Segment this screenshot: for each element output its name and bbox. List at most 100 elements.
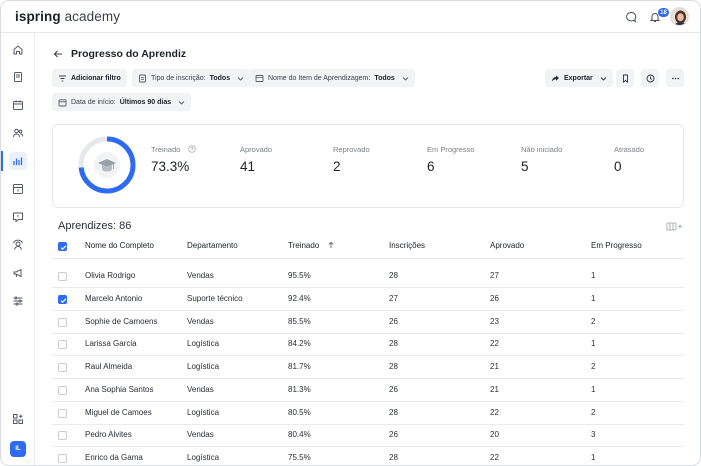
cell-approved: 22 xyxy=(490,407,499,417)
cell-enrollments: 28 xyxy=(389,453,398,462)
add-filter-button[interactable]: Adicionar filtro xyxy=(52,69,127,87)
column-settings-icon[interactable] xyxy=(666,221,684,233)
column-header-in-progress[interactable]: Em Progresso xyxy=(591,241,642,250)
cell-enrollments: 28 xyxy=(389,362,398,371)
row-divider xyxy=(52,400,684,402)
users-icon[interactable] xyxy=(9,124,27,142)
export-button[interactable]: Exportar xyxy=(545,69,613,87)
add-filter-label: Adicionar filtro xyxy=(71,74,121,82)
cell-in-progress: 1 xyxy=(591,293,596,303)
row-checkbox[interactable] xyxy=(58,385,67,395)
row-checkbox[interactable] xyxy=(58,454,67,463)
catalog-icon[interactable] xyxy=(9,180,27,198)
app-logo[interactable]: ispring academy xyxy=(15,9,120,24)
stat-value-in-progress: 6 xyxy=(427,159,435,174)
cell-approved: 27 xyxy=(490,271,499,280)
chevron-down-icon xyxy=(237,76,244,81)
user-account-chip[interactable]: IL xyxy=(10,441,26,457)
cell-approved: 21 xyxy=(490,362,499,371)
cell-name[interactable]: Sophie de Camoens xyxy=(85,317,158,326)
learning-item-filter[interactable]: Nome do Item de Aprendizagem: Todos xyxy=(249,69,415,87)
column-header-approved[interactable]: Aprovado xyxy=(490,241,524,250)
back-arrow-icon[interactable] xyxy=(52,48,64,60)
home-icon[interactable] xyxy=(9,41,27,59)
column-header-enrollments[interactable]: Inscrições xyxy=(389,241,425,250)
settings-sliders-icon[interactable] xyxy=(9,292,27,310)
cell-name[interactable]: Marcelo Antonio xyxy=(85,294,142,303)
cell-trained: 95.5% xyxy=(288,271,311,280)
bookmark-button[interactable] xyxy=(616,69,634,87)
row-checkbox[interactable] xyxy=(58,294,67,304)
stat-value-not-started: 5 xyxy=(521,159,529,174)
row-checkbox[interactable] xyxy=(58,408,67,418)
cell-in-progress: 1 xyxy=(591,453,596,462)
row-checkbox[interactable] xyxy=(58,431,67,441)
calendar-icon[interactable] xyxy=(9,96,27,114)
stat-value-failed: 2 xyxy=(333,159,341,174)
logo-product: academy xyxy=(64,9,121,24)
cell-approved: 22 xyxy=(490,453,499,462)
column-header-name[interactable]: Nome do Completo xyxy=(85,241,154,250)
cell-approved: 22 xyxy=(490,339,499,349)
more-options-button[interactable] xyxy=(666,69,684,87)
cell-trained: 81.3% xyxy=(288,384,311,394)
app-window: ispring academy 18 IL Progresso do Apren… xyxy=(0,0,701,466)
cell-trained: 80.5% xyxy=(288,407,311,417)
cell-name[interactable]: Ana Sophia Santos xyxy=(85,385,154,394)
help-icon[interactable] xyxy=(9,208,27,226)
cell-name[interactable]: Larissa Garcia xyxy=(85,339,137,348)
row-checkbox[interactable] xyxy=(58,317,67,327)
enrollment-filter-label: Tipo de inscrição: xyxy=(151,74,206,82)
enrollment-type-filter[interactable]: Tipo de inscrição: Todos xyxy=(132,69,251,87)
row-divider xyxy=(52,332,684,334)
checkmark-icon xyxy=(60,298,67,303)
courses-icon[interactable] xyxy=(9,68,27,86)
row-divider xyxy=(52,355,684,357)
cell-in-progress: 1 xyxy=(591,384,596,394)
trained-donut-chart xyxy=(78,136,136,194)
cell-trained: 84.2% xyxy=(288,339,311,349)
cell-name[interactable]: Pedro Alvites xyxy=(85,430,132,439)
row-checkbox[interactable] xyxy=(58,272,67,281)
reports-icon[interactable] xyxy=(9,152,27,170)
cell-name[interactable]: Raul Almeida xyxy=(85,362,132,371)
stat-label-overdue: Atrasado xyxy=(614,145,645,154)
chat-icon[interactable] xyxy=(623,9,639,25)
cell-name[interactable]: Miguel de Camoes xyxy=(85,408,152,417)
chevron-down-icon xyxy=(178,100,185,105)
stat-label-approved: Aprovado xyxy=(240,145,273,154)
cell-enrollments: 26 xyxy=(389,384,398,394)
learning-item-filter-label: Nome do Item de Aprendizagem: xyxy=(268,74,371,82)
stat-label-trained: Treinado xyxy=(151,145,197,154)
top-bar: ispring academy 18 xyxy=(1,1,700,33)
row-checkbox[interactable] xyxy=(58,363,67,372)
select-all-checkbox[interactable] xyxy=(58,242,67,251)
page-title: Progresso do Aprendiz xyxy=(71,48,187,60)
row-checkbox[interactable] xyxy=(58,340,67,350)
column-header-trained[interactable]: Treinado xyxy=(288,241,335,250)
filter-icon xyxy=(59,75,66,81)
cell-trained: 81.7% xyxy=(288,362,311,371)
cell-trained: 85.5% xyxy=(288,316,311,326)
cell-name[interactable]: Olivia Rodrigo xyxy=(85,271,135,280)
schedule-button[interactable] xyxy=(641,69,659,87)
stats-card: Treinado 73.3% Aprovado 41 Reprovado 2 E… xyxy=(52,124,684,208)
announcements-icon[interactable] xyxy=(9,264,27,282)
avatar[interactable] xyxy=(670,7,689,26)
cell-enrollments: 28 xyxy=(389,271,398,280)
column-header-trained-label: Treinado xyxy=(288,241,320,250)
help-circle-icon[interactable] xyxy=(188,145,197,153)
column-header-department[interactable]: Departamento xyxy=(187,241,238,250)
cell-department: Logística xyxy=(187,407,220,417)
team-settings-icon[interactable] xyxy=(9,236,27,254)
document-icon xyxy=(139,74,146,82)
export-label: Exportar xyxy=(564,74,593,82)
start-date-filter[interactable]: Data de início: Últimos 90 dias xyxy=(52,93,192,111)
cell-name[interactable]: Enrico da Gama xyxy=(85,453,143,462)
cell-trained: 92.4% xyxy=(288,293,311,303)
cell-enrollments: 26 xyxy=(389,430,398,440)
more-horizontal-icon xyxy=(671,77,679,79)
apps-icon[interactable] xyxy=(9,410,27,428)
clock-icon xyxy=(646,74,654,82)
cell-in-progress: 2 xyxy=(591,362,596,371)
